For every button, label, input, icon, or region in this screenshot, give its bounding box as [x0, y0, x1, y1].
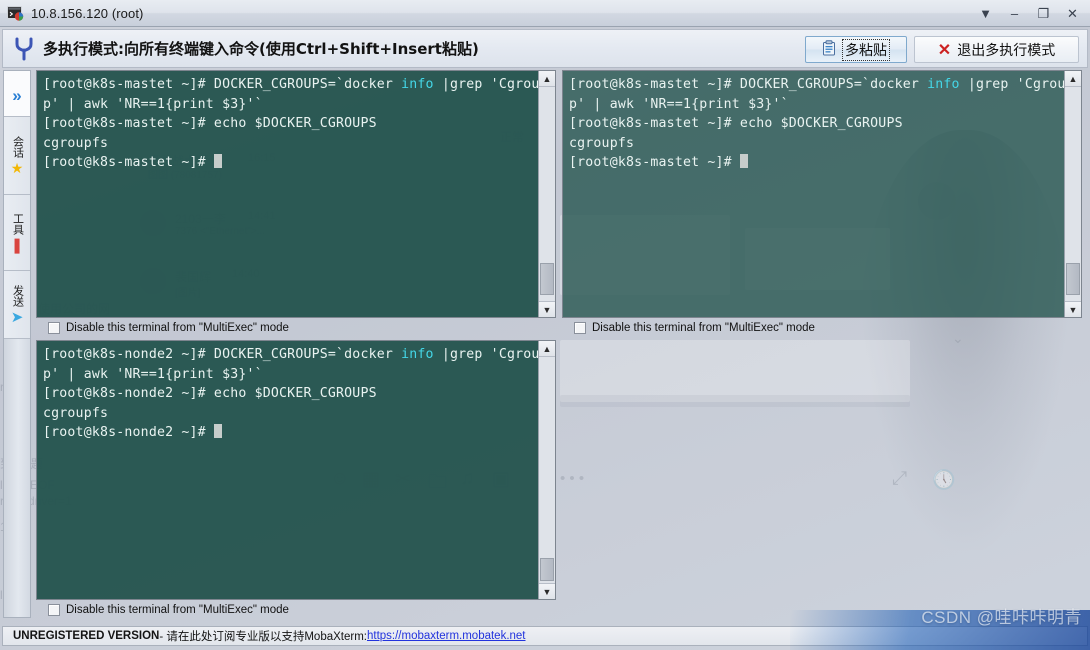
- window-controls: ▼ – ❐ ✕: [972, 0, 1086, 27]
- scrollbar-thumb[interactable]: [540, 557, 554, 581]
- sidebar-item-sessions-label: 会话: [11, 136, 24, 158]
- sidebar-item-tools[interactable]: 工具 ❚: [4, 195, 30, 271]
- terminal-pane-3: [root@k8s-nonde2 ~]# DOCKER_CGROUPS=`doc…: [36, 340, 556, 618]
- terminal-pane-1: [root@k8s-mastet ~]# DOCKER_CGROUPS=`doc…: [36, 70, 556, 335]
- terminal-frame-3: [root@k8s-nonde2 ~]# DOCKER_CGROUPS=`doc…: [36, 340, 556, 600]
- mobaxterm-window: 10.8.156.120 (root) ▼ – ❐ ✕ 多执行模式:向所有终端键…: [0, 0, 1090, 650]
- clipboard-icon: [822, 40, 836, 59]
- csdn-watermark: CSDN @哇咔咔明青: [921, 608, 1082, 627]
- minimize-button[interactable]: –: [1001, 3, 1028, 25]
- disable-multiexec-checkbox-1[interactable]: [48, 321, 60, 334]
- scroll-down-arrow-icon[interactable]: ▼: [539, 583, 555, 599]
- multiexec-header-bar: 多执行模式:向所有终端键入命令(使用Ctrl+Shift+Insert粘贴) 多…: [2, 29, 1088, 68]
- terminal-scrollbar-2[interactable]: ▲ ▼: [1064, 71, 1081, 317]
- status-bar: UNREGISTERED VERSION - 请在此处订阅专业版以支持MobaX…: [2, 626, 1088, 646]
- status-bar-text: - 请在此处订阅专业版以支持MobaXterm:: [159, 631, 367, 643]
- window-title: 10.8.156.120 (root): [31, 5, 144, 21]
- terminal-output-3[interactable]: [root@k8s-nonde2 ~]# DOCKER_CGROUPS=`doc…: [37, 341, 538, 599]
- exit-multiexec-label: 退出多执行模式: [957, 41, 1056, 58]
- multi-paste-button[interactable]: 多粘贴: [805, 36, 907, 63]
- terminal-frame-1: [root@k8s-mastet ~]# DOCKER_CGROUPS=`doc…: [36, 70, 556, 318]
- terminal-pane-2: [root@k8s-mastet ~]# DOCKER_CGROUPS=`doc…: [562, 70, 1082, 335]
- left-sidebar: » 会话 ★ 工具 ❚ 发送 ➤: [3, 70, 31, 618]
- scrollbar-thumb[interactable]: [540, 262, 554, 295]
- sidebar-item-send-label: 发送: [11, 284, 24, 307]
- disable-multiexec-label-3: Disable this terminal from "MultiExec" m…: [66, 603, 289, 616]
- terminal-output-2[interactable]: [root@k8s-mastet ~]# DOCKER_CGROUPS=`doc…: [563, 71, 1064, 317]
- maximize-button[interactable]: ❐: [1030, 3, 1057, 25]
- terminal-scrollbar-1[interactable]: ▲ ▼: [538, 71, 555, 317]
- terminal-frame-2: [root@k8s-mastet ~]# DOCKER_CGROUPS=`doc…: [562, 70, 1082, 318]
- disable-multiexec-checkbox-3[interactable]: [48, 603, 60, 616]
- scroll-up-arrow-icon[interactable]: ▲: [539, 71, 555, 87]
- disable-multiexec-checkbox-2[interactable]: [574, 321, 586, 334]
- screwdriver-icon: ❚: [10, 236, 24, 254]
- scroll-up-arrow-icon[interactable]: ▲: [1065, 71, 1081, 87]
- mobaxterm-link[interactable]: https://mobaxterm.mobatek.net: [367, 630, 526, 642]
- disable-multiexec-row-1[interactable]: Disable this terminal from "MultiExec" m…: [36, 318, 556, 337]
- disable-multiexec-label-1: Disable this terminal from "MultiExec" m…: [66, 321, 289, 334]
- terminal-scrollbar-3[interactable]: ▲ ▼: [538, 341, 555, 599]
- chevron-double-right-icon: »: [12, 85, 22, 105]
- disable-multiexec-label-2: Disable this terminal from "MultiExec" m…: [592, 321, 815, 334]
- unregistered-version-label: UNREGISTERED VERSION: [13, 630, 160, 642]
- exit-multiexec-button[interactable]: ✕ 退出多执行模式: [914, 36, 1079, 63]
- terminal-app-icon: [7, 5, 24, 22]
- scroll-down-arrow-icon[interactable]: ▼: [1065, 301, 1081, 317]
- paper-plane-icon: ➤: [10, 308, 24, 326]
- scrollbar-thumb[interactable]: [1066, 262, 1080, 295]
- disable-multiexec-row-2[interactable]: Disable this terminal from "MultiExec" m…: [562, 318, 1082, 337]
- red-x-icon: ✕: [937, 41, 952, 59]
- terminal-output-1[interactable]: [root@k8s-mastet ~]# DOCKER_CGROUPS=`doc…: [37, 71, 538, 317]
- disable-multiexec-row-3[interactable]: Disable this terminal from "MultiExec" m…: [36, 600, 556, 619]
- scroll-up-arrow-icon[interactable]: ▲: [539, 341, 555, 357]
- fork-branch-icon: [11, 34, 37, 64]
- sidebar-item-send[interactable]: 发送 ➤: [4, 271, 30, 339]
- sidebar-item-tools-label: 工具: [11, 212, 24, 235]
- multiexec-title: 多执行模式:向所有终端键入命令(使用Ctrl+Shift+Insert粘贴): [43, 40, 479, 58]
- star-icon: ★: [10, 160, 24, 176]
- sidebar-item-sessions[interactable]: 会话 ★: [4, 117, 30, 195]
- restore-down-button[interactable]: ▼: [972, 3, 999, 25]
- multi-paste-label: 多粘贴: [842, 38, 890, 61]
- scroll-down-arrow-icon[interactable]: ▼: [539, 301, 555, 317]
- window-titlebar[interactable]: 10.8.156.120 (root) ▼ – ❐ ✕: [0, 0, 1090, 27]
- close-button[interactable]: ✕: [1059, 3, 1086, 25]
- sidebar-item-expand[interactable]: »: [4, 71, 30, 117]
